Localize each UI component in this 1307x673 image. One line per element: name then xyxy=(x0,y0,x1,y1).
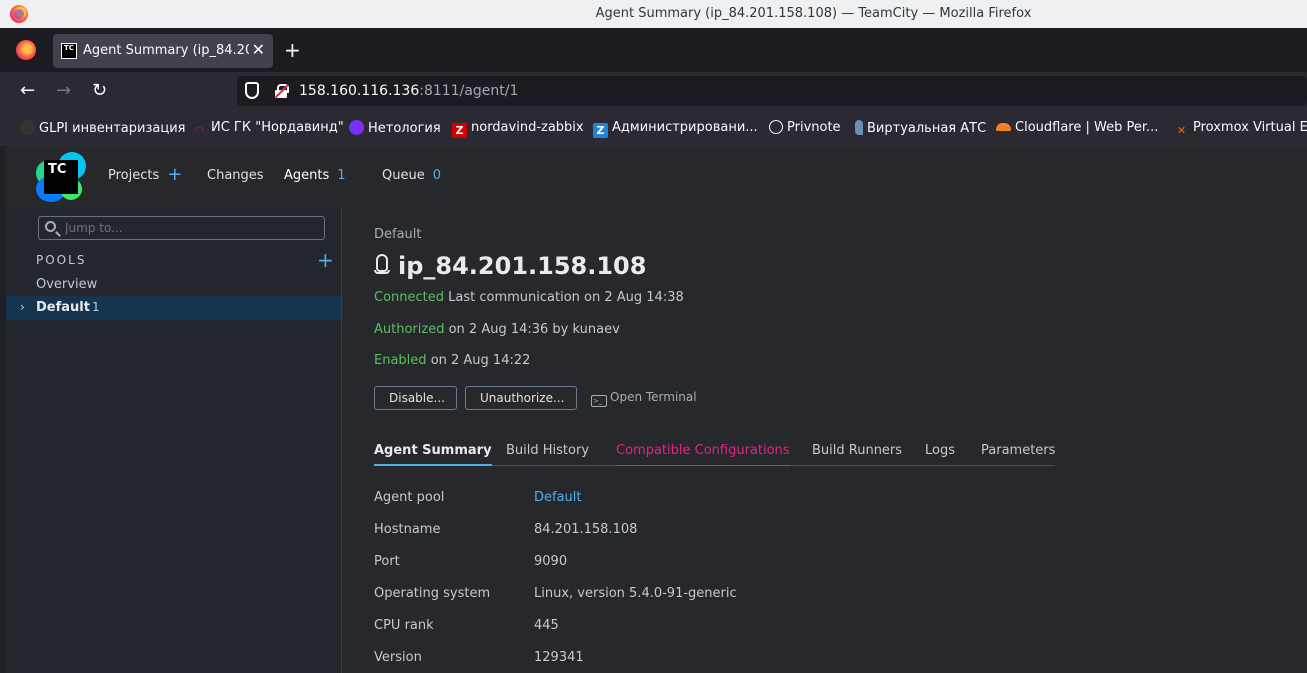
teamcity-logo[interactable]: TC xyxy=(36,152,86,202)
property-value: 9090 xyxy=(534,554,568,569)
pools-heading: POOLS xyxy=(36,253,87,267)
nordavind-icon: ◠ xyxy=(195,124,204,137)
property-key: Port xyxy=(374,554,400,569)
zabbix-icon: Z xyxy=(452,123,467,138)
zabbix-blue-icon: Z xyxy=(593,123,608,138)
open-terminal-link[interactable]: >_ Open Terminal xyxy=(591,390,697,407)
globe-icon xyxy=(769,120,783,134)
agents-count: 1 xyxy=(337,168,346,183)
jump-to-search[interactable] xyxy=(38,216,325,240)
address-bar[interactable]: 158.160.116.136:8111/agent/1 xyxy=(237,76,1307,106)
browser-navbar: ← → ↻ 158.160.116.136:8111/agent/1 xyxy=(0,72,1307,110)
browser-tab-active[interactable]: TC Agent Summary (ip_84.201 ✕ xyxy=(53,34,273,68)
connected-badge: Connected xyxy=(374,290,445,305)
search-icon xyxy=(45,221,56,232)
teamcity-favicon-icon: TC xyxy=(61,43,77,59)
enabled-badge: Enabled xyxy=(374,353,427,368)
agent-details: Default ip_84.201.158.108 Connected Last… xyxy=(342,208,1307,673)
property-value: 445 xyxy=(534,618,559,633)
enabled-status: Enabled on 2 Aug 14:22 xyxy=(374,353,531,368)
property-row: Hostname 84.201.158.108 xyxy=(374,522,974,542)
window-title: Agent Summary (ip_84.201.158.108) — Team… xyxy=(595,6,1032,21)
browser-tabstrip: TC Agent Summary (ip_84.201 ✕ + xyxy=(0,28,1307,72)
pool-agent-count: 1 xyxy=(92,300,100,314)
property-row: Port 9090 xyxy=(374,554,974,574)
add-project-icon[interactable]: + xyxy=(167,166,182,184)
linux-penguin-icon xyxy=(374,254,390,276)
os-titlebar: Agent Summary (ip_84.201.158.108) — Team… xyxy=(0,0,1307,28)
chevron-right-icon[interactable]: › xyxy=(20,300,25,314)
netology-icon xyxy=(349,120,364,135)
tab-agent-summary[interactable]: Agent Summary xyxy=(374,443,492,466)
pin-icon xyxy=(855,120,863,135)
bookmark-admin[interactable]: Z Администрировани... xyxy=(593,120,758,138)
property-row: Operating system Linux, version 5.4.0-91… xyxy=(374,586,974,606)
tab-compatible-configurations[interactable]: Compatible Configurations xyxy=(616,443,790,466)
property-row: Agent pool Default xyxy=(374,490,974,510)
connection-status: Connected Last communication on 2 Aug 14… xyxy=(374,290,684,305)
agents-sidebar: POOLS + Overview › Default 1 xyxy=(6,208,342,673)
add-pool-icon[interactable]: + xyxy=(317,248,334,272)
property-value: 84.201.158.108 xyxy=(534,522,638,537)
nav-agents[interactable]: Agents 1 xyxy=(284,168,346,183)
tab-parameters[interactable]: Parameters xyxy=(981,443,1055,466)
authorized-badge: Authorized xyxy=(374,322,445,337)
property-value: Linux, version 5.4.0-91-generic xyxy=(534,586,737,601)
nav-projects[interactable]: Projects + xyxy=(108,166,182,184)
close-tab-icon[interactable]: ✕ xyxy=(252,40,265,59)
agent-pool-link[interactable]: Default xyxy=(534,490,582,505)
back-arrow-icon[interactable]: ← xyxy=(20,80,35,101)
nav-changes[interactable]: Changes xyxy=(207,168,264,183)
glpi-icon xyxy=(20,120,35,135)
unauthorize-button[interactable]: Unauthorize... xyxy=(465,386,577,410)
property-key: CPU rank xyxy=(374,618,434,633)
bookmark-privnote[interactable]: Privnote xyxy=(769,120,841,135)
bookmark-nordavind[interactable]: ◠ ИС ГК "Нордавинд" xyxy=(192,120,343,138)
teamcity-header: TC Projects + Changes Agents 1 Queue 0 xyxy=(0,146,1307,208)
tab-title: Agent Summary (ip_84.201 xyxy=(83,43,249,58)
property-key: Version xyxy=(374,650,422,665)
disable-button[interactable]: Disable... xyxy=(374,386,457,410)
property-key: Hostname xyxy=(374,522,441,537)
breadcrumb[interactable]: Default xyxy=(374,227,422,242)
search-input[interactable] xyxy=(65,220,315,236)
bookmark-glpi[interactable]: GLPI инвентаризация xyxy=(20,120,185,136)
tab-logs[interactable]: Logs xyxy=(925,443,955,466)
tab-build-history[interactable]: Build History xyxy=(506,443,589,466)
property-key: Agent pool xyxy=(374,490,445,505)
pool-name: Default xyxy=(36,300,90,315)
property-row: CPU rank 445 xyxy=(374,618,974,638)
tab-build-runners[interactable]: Build Runners xyxy=(812,443,902,466)
url-text[interactable]: 158.160.116.136:8111/agent/1 xyxy=(299,83,518,99)
proxmox-icon: ✕ xyxy=(1176,124,1187,137)
bookmark-proxmox[interactable]: ✕ Proxmox Virtual E xyxy=(1174,120,1307,138)
property-value: 129341 xyxy=(534,650,584,665)
agent-tabs: Agent Summary Build History Compatible C… xyxy=(374,438,1055,466)
page-title: ip_84.201.158.108 xyxy=(374,252,646,280)
bookmark-zabbix[interactable]: Znordavind-zabbix xyxy=(452,120,584,138)
new-tab-icon[interactable]: + xyxy=(284,38,301,62)
terminal-icon: >_ xyxy=(591,395,607,407)
queue-count: 0 xyxy=(432,168,441,183)
bookmark-netology[interactable]: Нетология xyxy=(349,120,441,136)
property-key: Operating system xyxy=(374,586,491,601)
sidebar-item-overview[interactable]: Overview xyxy=(36,277,97,292)
sidebar-item-default-pool[interactable]: › Default 1 xyxy=(6,296,341,320)
reload-icon[interactable]: ↻ xyxy=(92,80,107,101)
nav-queue[interactable]: Queue 0 xyxy=(382,168,441,183)
firefox-view-icon[interactable] xyxy=(16,40,36,60)
tracking-shield-icon[interactable] xyxy=(245,82,259,99)
bookmarks-bar: GLPI инвентаризация ◠ ИС ГК "Нордавинд" Н… xyxy=(0,110,1307,146)
property-row: Version 129341 xyxy=(374,650,974,670)
authorization-status: Authorized on 2 Aug 14:36 by kunaev xyxy=(374,322,620,337)
cloudflare-icon xyxy=(996,123,1011,131)
bookmark-cloudflare[interactable]: Cloudflare | Web Per... xyxy=(996,120,1158,135)
bookmark-ats[interactable]: Виртуальная АТС xyxy=(855,120,986,136)
teamcity-logo-text: TC xyxy=(44,160,78,194)
forward-arrow-icon[interactable]: → xyxy=(56,80,71,101)
